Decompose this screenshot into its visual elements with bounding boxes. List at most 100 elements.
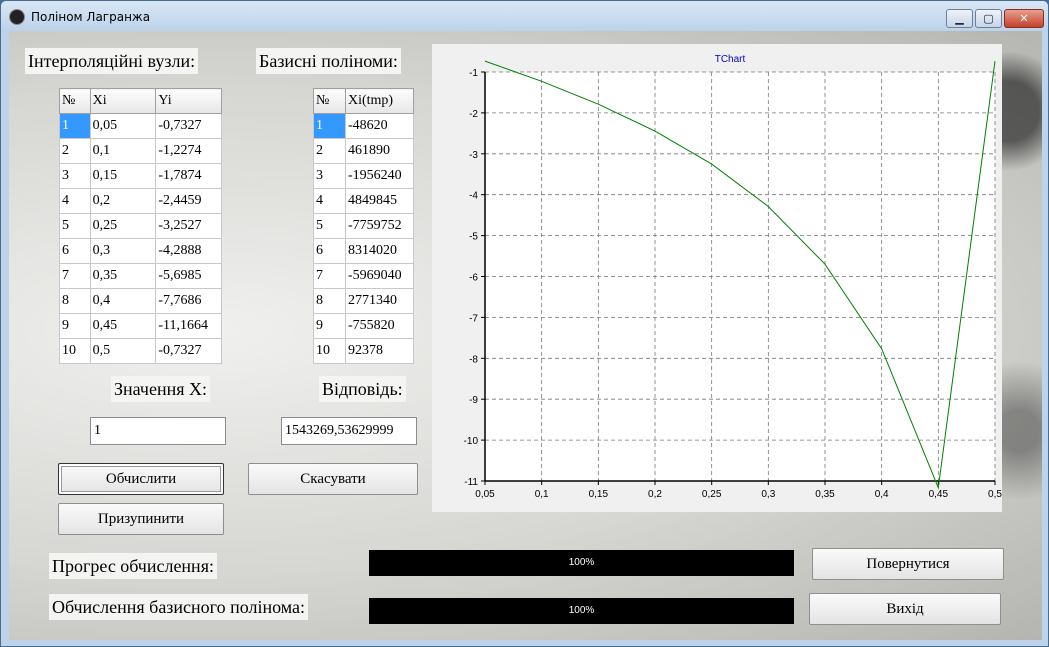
table-cell[interactable]: -0,7327	[155, 338, 222, 364]
table-cell[interactable]: 6	[59, 238, 91, 264]
table-cell[interactable]: 3	[313, 163, 346, 189]
exit-button[interactable]: Вихід	[809, 593, 1001, 625]
nodes_table-header-1[interactable]: Xi	[89, 88, 157, 114]
table-row[interactable]: 4 0,2 -2,4459	[59, 188, 222, 214]
table-cell[interactable]: 2	[313, 138, 346, 164]
table-row[interactable]: 1 0,05 -0,7327	[59, 113, 222, 139]
table-cell[interactable]: 0,4	[89, 288, 157, 314]
table-cell[interactable]: 6	[313, 238, 346, 264]
title-bar[interactable]: Поліном Лагранжа ▁ ▢ ✕	[1, 1, 1048, 31]
nodes_table-header-0[interactable]: №	[59, 88, 91, 114]
table-cell[interactable]: 0,2	[89, 188, 157, 214]
table-cell[interactable]: 0,35	[89, 263, 157, 289]
calculate-button[interactable]: Обчислити	[58, 463, 224, 495]
y-tick-label: -9	[469, 395, 478, 406]
nodes-label: Інтерполяційні вузли:	[25, 48, 199, 74]
y-tick-label: -11	[464, 477, 478, 488]
table-row[interactable]: 2 0,1 -1,2274	[59, 138, 222, 164]
table-row[interactable]: 3 0,15 -1,7874	[59, 163, 222, 189]
table-cell[interactable]: -5,6985	[155, 263, 222, 289]
table-cell[interactable]: 4	[313, 188, 346, 214]
x-value-input[interactable]: 1	[90, 417, 226, 445]
table-cell[interactable]: 8	[313, 288, 346, 314]
table-row[interactable]: 6 8314020	[313, 238, 415, 264]
table-cell[interactable]: 0,5	[89, 338, 157, 364]
table-cell[interactable]: 1	[313, 113, 346, 139]
table-cell[interactable]: -11,1664	[155, 313, 222, 339]
table-row[interactable]: 10 0,5 -0,7327	[59, 338, 222, 364]
table-cell[interactable]: 5	[313, 213, 346, 239]
table-cell[interactable]: 8	[59, 288, 91, 314]
table-cell[interactable]: 0,3	[89, 238, 157, 264]
table-row[interactable]: 7 -5969040	[313, 263, 415, 289]
table-cell[interactable]: 0,15	[89, 163, 157, 189]
answer-field[interactable]: 1543269,53629999	[281, 417, 417, 445]
table-cell[interactable]: -7759752	[344, 213, 415, 239]
y-tick-label: -10	[464, 436, 479, 447]
table-cell[interactable]: 5	[59, 213, 91, 239]
table-row[interactable]: 9 0,45 -11,1664	[59, 313, 222, 339]
table-cell[interactable]: 9	[59, 313, 91, 339]
y-tick-label: -7	[469, 313, 478, 324]
table-cell[interactable]: 10	[313, 338, 346, 364]
table-cell[interactable]: -4,2888	[155, 238, 222, 264]
pause-button[interactable]: Призупинити	[58, 503, 224, 535]
table-cell[interactable]: -0,7327	[155, 113, 222, 139]
y-tick-label: -2	[469, 109, 478, 120]
y-tick-label: -3	[469, 150, 478, 161]
table-cell[interactable]: 0,25	[89, 213, 157, 239]
y-tick-label: -5	[469, 232, 478, 243]
table-row[interactable]: 8 2771340	[313, 288, 415, 314]
table-cell[interactable]: 2	[59, 138, 91, 164]
table-cell[interactable]: 3	[59, 163, 91, 189]
table-cell[interactable]: -1,7874	[155, 163, 222, 189]
basis-table[interactable]: № Xi(tmp) 1 -48620 2 461890 3 -1956240 4 4849845…	[313, 88, 415, 364]
table-cell[interactable]: -755820	[344, 313, 415, 339]
table-cell[interactable]: 9	[313, 313, 346, 339]
x-tick-label: 0,2	[648, 489, 662, 500]
table-row[interactable]: 9 -755820	[313, 313, 415, 339]
table-cell[interactable]: 4849845	[344, 188, 415, 214]
table-cell[interactable]: 10	[59, 338, 91, 364]
table-cell[interactable]: 8314020	[344, 238, 415, 264]
close-button[interactable]: ✕	[1004, 9, 1044, 28]
table-cell[interactable]: -3,2527	[155, 213, 222, 239]
maximize-button[interactable]: ▢	[975, 9, 1002, 28]
table-cell[interactable]: -5969040	[344, 263, 415, 289]
table-cell[interactable]: -2,4459	[155, 188, 222, 214]
table-cell[interactable]: 7	[313, 263, 346, 289]
table-cell[interactable]: 0,45	[89, 313, 157, 339]
table-cell[interactable]: 4	[59, 188, 91, 214]
table-cell[interactable]: -7,7686	[155, 288, 222, 314]
table-row[interactable]: 4 4849845	[313, 188, 415, 214]
table-row[interactable]: 6 0,3 -4,2888	[59, 238, 222, 264]
calculation-progress-bar: 100%	[369, 550, 794, 576]
table-cell[interactable]: 1	[59, 113, 91, 139]
x-tick-label: 0,5	[988, 489, 1002, 500]
table-row[interactable]: 5 -7759752	[313, 213, 415, 239]
nodes-table[interactable]: № Xi Yi 1 0,05 -0,7327 2 0,1 -1,2274 3 0,15 -1,787…	[59, 88, 222, 364]
table-row[interactable]: 5 0,25 -3,2527	[59, 213, 222, 239]
table-row[interactable]: 10 92378	[313, 338, 415, 364]
table-row[interactable]: 7 0,35 -5,6985	[59, 263, 222, 289]
table-cell[interactable]: -48620	[344, 113, 415, 139]
table-row[interactable]: 3 -1956240	[313, 163, 415, 189]
table-cell[interactable]: 2771340	[344, 288, 415, 314]
minimize-button[interactable]: ▁	[946, 9, 973, 28]
table-cell[interactable]: -1,2274	[155, 138, 222, 164]
table-row[interactable]: 8 0,4 -7,7686	[59, 288, 222, 314]
progress-label: Прогрес обчислення:	[49, 553, 217, 579]
cancel-button[interactable]: Скасувати	[248, 463, 418, 495]
nodes_table-header-2[interactable]: Yi	[155, 88, 222, 114]
table-row[interactable]: 1 -48620	[313, 113, 415, 139]
table-cell[interactable]: 461890	[344, 138, 415, 164]
table-cell[interactable]: 0,1	[89, 138, 157, 164]
table-cell[interactable]: -1956240	[344, 163, 415, 189]
basis_table-header-0[interactable]: №	[313, 88, 346, 114]
return-button[interactable]: Повернутися	[812, 548, 1004, 580]
table-row[interactable]: 2 461890	[313, 138, 415, 164]
table-cell[interactable]: 7	[59, 263, 91, 289]
table-cell[interactable]: 0,05	[89, 113, 157, 139]
table-cell[interactable]: 92378	[344, 338, 415, 364]
basis_table-header-1[interactable]: Xi(tmp)	[344, 88, 415, 114]
